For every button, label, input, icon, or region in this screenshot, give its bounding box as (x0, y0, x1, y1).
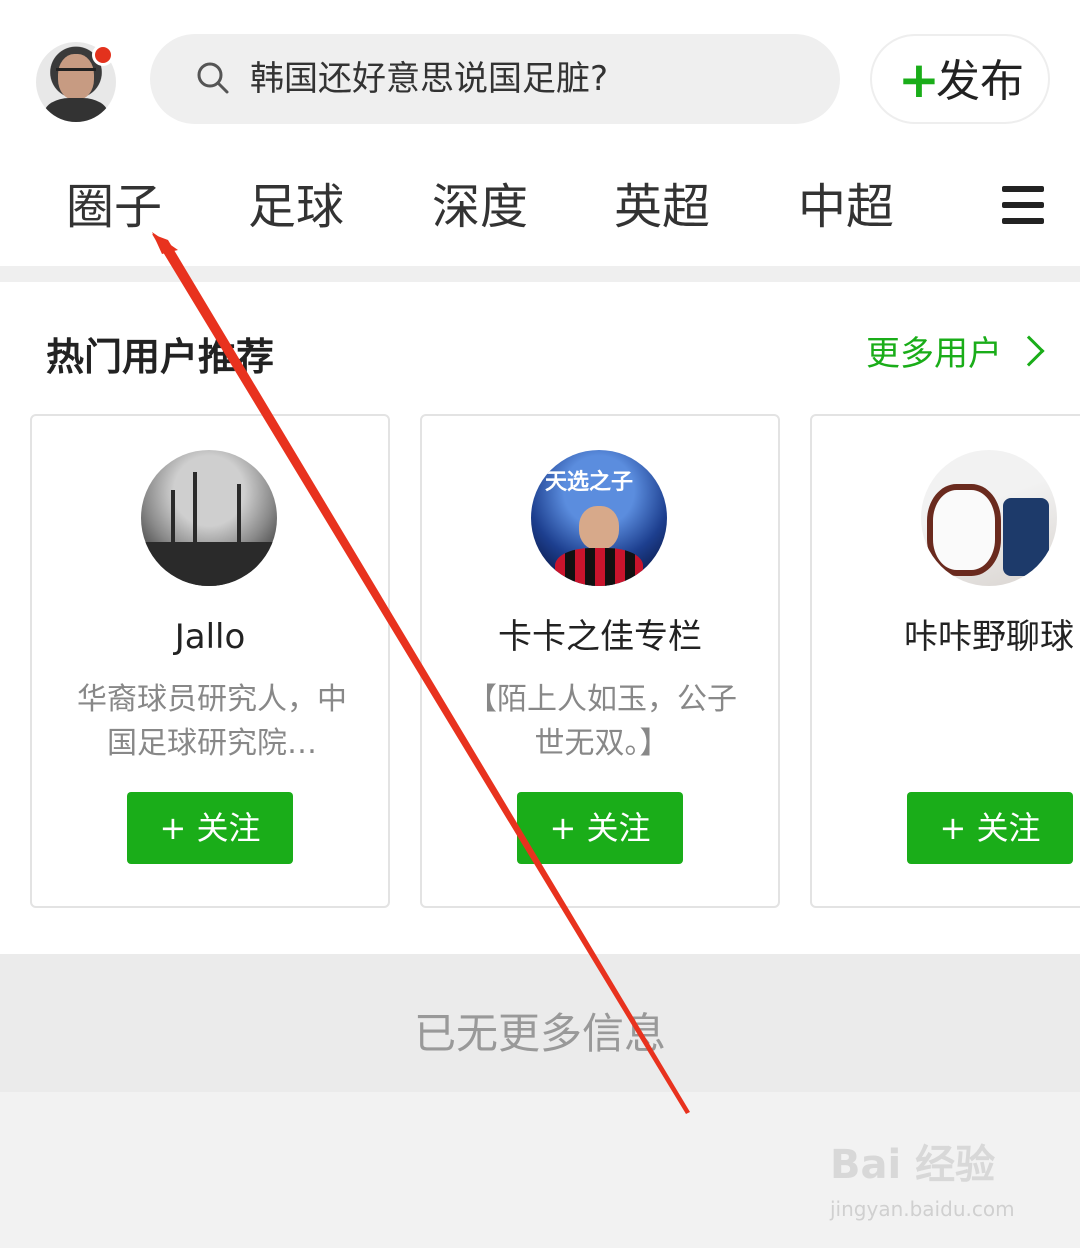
end-text: 已无更多信息 (413, 1009, 666, 1058)
notification-dot (92, 44, 114, 66)
search-query: 韩国还好意思说国足脏? (250, 59, 609, 99)
user-desc: 华裔球员研究人，中国足球研究院… (77, 682, 347, 761)
user-avatar-jallo (141, 450, 277, 586)
tab-circle[interactable]: 圈子 (66, 176, 162, 238)
publish-label: 发布 (936, 56, 1024, 107)
plus-icon: + (898, 51, 940, 109)
user-desc: 【陌上人如玉，公子世无双。】 (467, 682, 737, 761)
avatar-shirt (44, 98, 108, 122)
search-icon (197, 62, 229, 94)
avatar-glasses (56, 68, 96, 76)
palm-shape (193, 472, 197, 546)
watermark-url: jingyan.baidu.com (830, 1197, 1015, 1221)
user-name: 咔咔野聊球 (904, 617, 1074, 657)
recommend-section: 热门用户推荐 更多用户 Jallo 华裔球员研究人，中国足球研究院… + 关注 … (0, 282, 1080, 954)
user-avatar-kaka-yeliaoqiu (921, 450, 1057, 586)
palm-shape (171, 490, 175, 546)
user-avatar-kaka: 天选之子 (531, 450, 667, 586)
chevron-right-icon[interactable] (1013, 335, 1045, 367)
tab-premier-league[interactable]: 英超 (614, 176, 710, 238)
user-card[interactable]: 咔咔野聊球 + 关注 (810, 414, 1080, 908)
baidu-watermark: Bai 经验 jingyan.baidu.com (830, 1140, 1030, 1230)
search-bar[interactable]: 韩国还好意思说国足脏? (150, 34, 840, 124)
avatar-jersey (555, 548, 643, 586)
avatar-title: 天选之子 (545, 470, 634, 495)
top-header: 韩国还好意思说国足脏? + 发布 (0, 0, 1080, 150)
can-shape (1003, 498, 1049, 576)
divider (0, 266, 1080, 282)
end-of-list: 已无更多信息 (0, 954, 1080, 1092)
avatar-head (579, 506, 619, 550)
ground-shape (141, 542, 277, 586)
avatar-face (58, 54, 94, 100)
watermark-logo: Bai 经验 (830, 1142, 996, 1188)
tab-csl[interactable]: 中超 (798, 176, 894, 238)
channel-tabs: 圈子 足球 深度 英超 中超 (0, 150, 1080, 266)
publish-button[interactable]: + 发布 (870, 34, 1050, 124)
user-name: 卡卡之佳专栏 (498, 617, 702, 657)
tab-depth[interactable]: 深度 (432, 176, 528, 238)
section-title: 热门用户推荐 (46, 335, 275, 379)
ball-shape (927, 484, 1001, 576)
tab-football[interactable]: 足球 (248, 176, 344, 238)
user-card[interactable]: 天选之子 卡卡之佳专栏 【陌上人如玉，公子世无双。】 + 关注 (420, 414, 780, 908)
user-name: Jallo (174, 617, 246, 657)
menu-icon[interactable] (1002, 186, 1044, 224)
more-users-link[interactable]: 更多用户 (866, 330, 1002, 378)
follow-button[interactable]: + 关注 (517, 792, 683, 864)
follow-button[interactable]: + 关注 (127, 792, 293, 864)
palm-shape (237, 484, 241, 546)
user-card[interactable]: Jallo 华裔球员研究人，中国足球研究院… + 关注 (30, 414, 390, 908)
follow-button[interactable]: + 关注 (907, 792, 1073, 864)
